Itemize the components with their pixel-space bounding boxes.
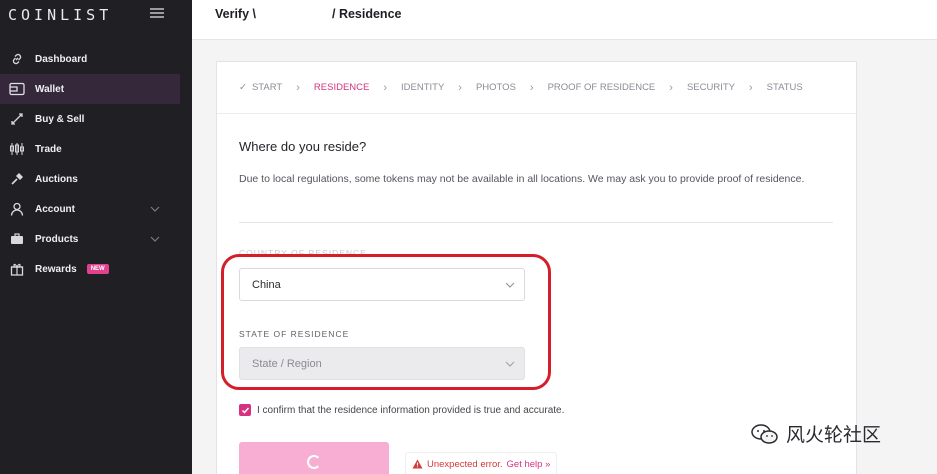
question-heading: Where do you reside? — [239, 139, 367, 154]
page-title-start: Verify \ — [215, 7, 256, 21]
sidebar-item-label: Wallet — [35, 83, 65, 95]
sidebar-item-trade[interactable]: Trade — [0, 134, 192, 164]
sidebar-item-products[interactable]: Products — [0, 224, 192, 254]
wechat-logo-icon — [751, 423, 778, 444]
main-content: Verify \ / Residence ✓ START › RESIDENCE … — [192, 0, 937, 474]
sidebar-item-label: Rewards — [35, 263, 77, 275]
question-description: Due to local regulations, some tokens ma… — [239, 173, 805, 185]
sidebar-item-wallet[interactable]: Wallet — [0, 74, 180, 104]
checkmark-icon: ✓ — [239, 82, 247, 93]
sidebar-item-dashboard[interactable]: Dashboard — [0, 44, 192, 74]
error-toast: Unexpected error. Get help » — [405, 452, 558, 474]
redacted-region — [256, 8, 332, 21]
watermark: 风火轮社区 — [750, 420, 881, 447]
chevron-right-icon: › — [296, 81, 300, 94]
step-label: PROOF OF RESIDENCE — [547, 82, 656, 93]
user-icon — [8, 201, 26, 217]
step-label: RESIDENCE — [313, 82, 370, 93]
sidebar-item-label: Auctions — [35, 173, 78, 185]
sidebar-item-label: Account — [35, 203, 75, 215]
step-label: PHOTOS — [475, 82, 516, 93]
chevron-right-icon: › — [529, 81, 534, 94]
link-icon — [8, 51, 26, 67]
sidebar-item-label: Buy & Sell — [35, 113, 85, 125]
chevron-right-icon: › — [458, 81, 462, 94]
new-badge: NEW — [86, 264, 109, 274]
step-label: SECURITY — [686, 82, 735, 93]
swap-arrows-icon — [8, 111, 26, 127]
divider — [239, 222, 833, 223]
red-highlight-annotation — [221, 254, 551, 390]
step-residence[interactable]: RESIDENCE › — [314, 82, 401, 94]
sidebar: COINLIST Dashboard Wallet Buy & Sell Tra… — [0, 0, 192, 474]
chevron-right-icon: › — [669, 81, 673, 94]
chevron-right-icon: › — [749, 81, 753, 94]
sidebar-item-rewards[interactable]: Rewards NEW — [0, 254, 192, 284]
sidebar-item-auctions[interactable]: Auctions — [0, 164, 192, 194]
sidebar-item-label: Dashboard — [35, 53, 88, 65]
gavel-icon — [8, 171, 26, 187]
step-identity[interactable]: IDENTITY › — [401, 82, 476, 94]
chevron-down-icon[interactable] — [150, 234, 160, 244]
gift-icon — [8, 261, 26, 277]
briefcase-icon — [8, 231, 26, 247]
coinlist-logo[interactable]: COINLIST — [8, 6, 112, 24]
confirm-row: I confirm that the residence information… — [239, 404, 564, 416]
top-bar: Verify \ / Residence — [192, 0, 937, 40]
chevron-right-icon: › — [383, 81, 388, 94]
confirm-checkbox[interactable] — [239, 404, 251, 416]
submit-button[interactable] — [239, 442, 389, 474]
chevron-down-icon[interactable] — [150, 204, 160, 214]
confirm-text: I confirm that the residence information… — [257, 404, 565, 416]
sidebar-item-label: Products — [35, 233, 79, 245]
step-photos[interactable]: PHOTOS › — [476, 82, 548, 94]
step-label: START — [251, 82, 283, 93]
get-help-link[interactable]: Get help » — [507, 459, 551, 470]
step-proof-of-residence[interactable]: PROOF OF RESIDENCE › — [548, 82, 687, 94]
sidebar-nav: Dashboard Wallet Buy & Sell Trade Auctio… — [0, 44, 192, 284]
step-label: IDENTITY — [401, 82, 445, 93]
hamburger-menu-icon[interactable] — [150, 6, 164, 20]
sidebar-item-buy-sell[interactable]: Buy & Sell — [0, 104, 192, 134]
step-label: STATUS — [766, 82, 803, 93]
warning-icon — [412, 459, 423, 469]
error-message: Unexpected error. — [427, 458, 503, 470]
step-start[interactable]: ✓ START › — [239, 82, 314, 94]
step-status[interactable]: STATUS — [767, 82, 803, 93]
wallet-icon — [8, 81, 26, 97]
step-security[interactable]: SECURITY › — [687, 82, 767, 94]
loading-spinner-icon — [307, 455, 321, 469]
sidebar-item-label: Trade — [35, 143, 62, 155]
step-progress: ✓ START › RESIDENCE › IDENTITY › PHOTOS … — [217, 62, 858, 114]
candlestick-icon — [8, 141, 26, 157]
page-title: Verify \ / Residence — [215, 7, 401, 21]
page-title-end: / Residence — [332, 7, 402, 21]
watermark-text: 风火轮社区 — [786, 424, 882, 446]
sidebar-item-account[interactable]: Account — [0, 194, 192, 224]
